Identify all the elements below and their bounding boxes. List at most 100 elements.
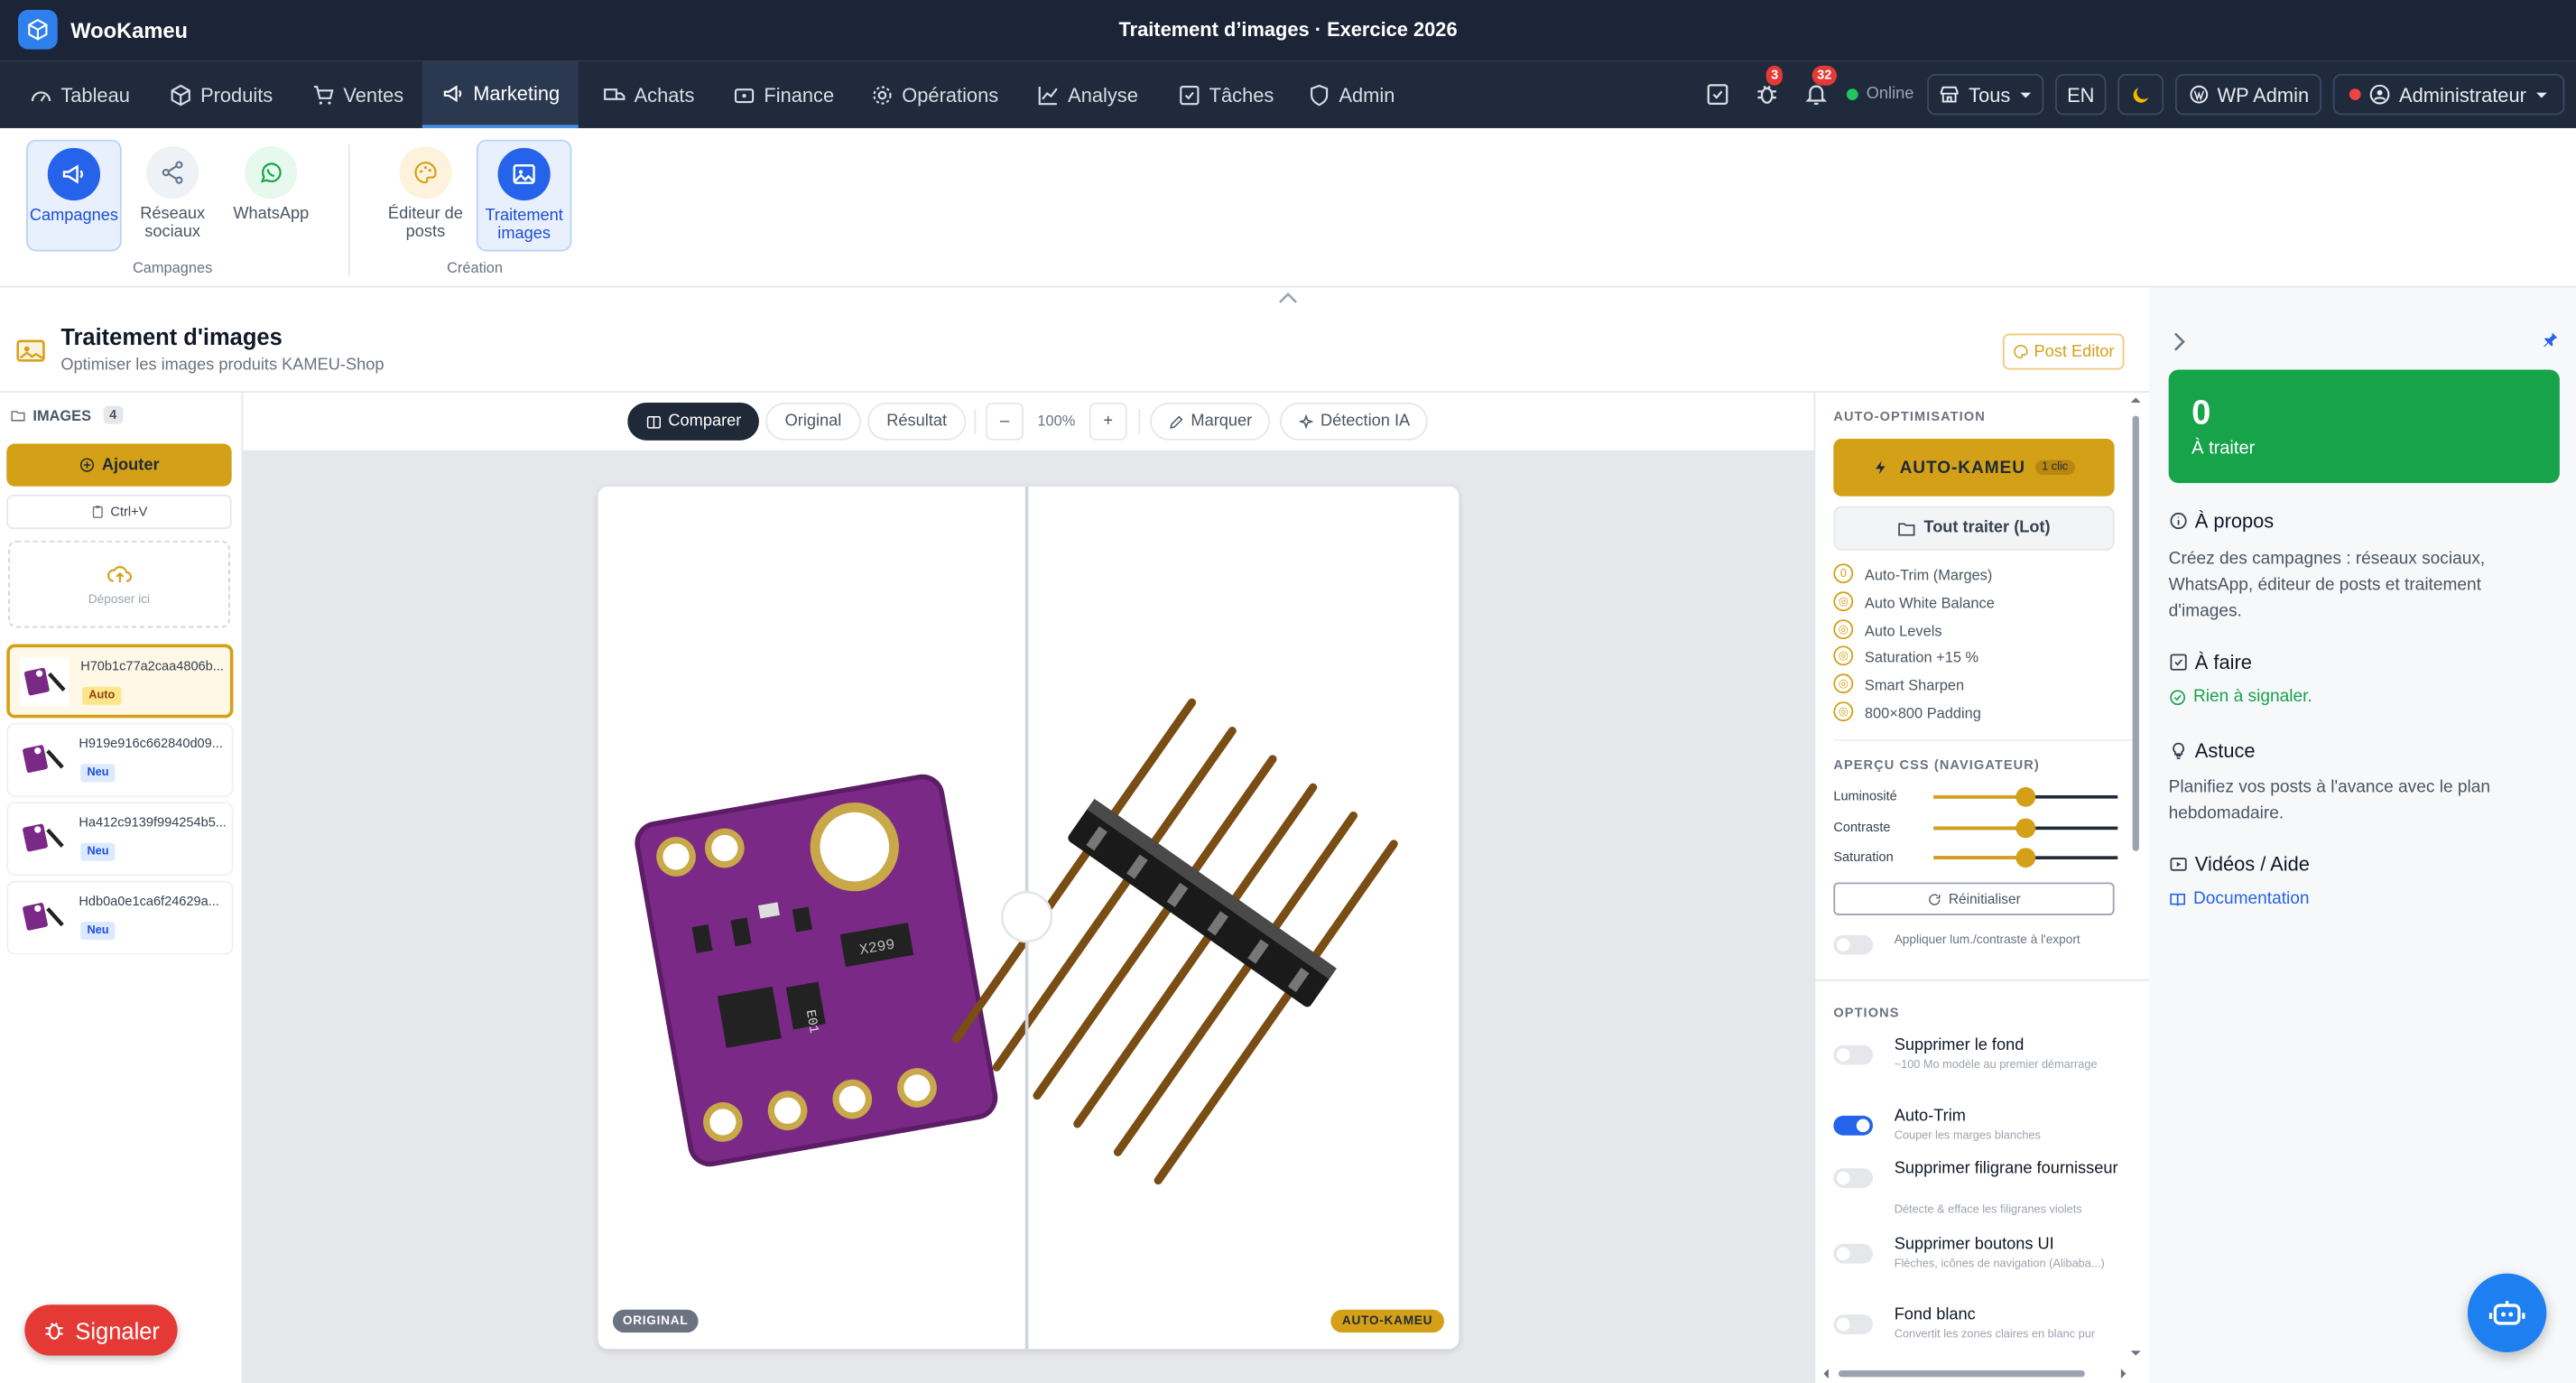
mark-button[interactable]: Marquer	[1150, 402, 1271, 441]
slider-handle[interactable]	[2015, 817, 2036, 838]
option-toggle[interactable]	[1833, 1243, 1874, 1264]
ribbon-editeur-posts[interactable]: Éditeur de posts	[378, 140, 474, 252]
ribbon-reseaux-sociaux[interactable]: Réseaux sociaux	[125, 140, 220, 252]
drop-zone[interactable]: Déposer ici	[8, 540, 230, 628]
nav-label: Opérations	[902, 82, 999, 107]
check-square-icon	[2170, 654, 2187, 671]
option-description: Flèches, icônes de navigation (Alibaba..…	[1894, 1258, 2105, 1271]
assistant-bot-button[interactable]	[2467, 1273, 2547, 1353]
shield-icon	[1311, 83, 1329, 106]
about-heading: À propos	[2169, 509, 2274, 533]
ribbon-label: Campagnes	[29, 207, 118, 226]
image-list-item[interactable]: Hdb0a0e1ca6f24629a... Neu	[6, 880, 234, 955]
image-status-tag: Neu	[80, 764, 116, 783]
whatsapp-icon	[245, 145, 298, 200]
language-button[interactable]: EN	[2055, 73, 2107, 116]
batch-process-button[interactable]: Tout traiter (Lot)	[1833, 506, 2115, 551]
wallet-icon	[734, 88, 755, 103]
image-list-item[interactable]: H70b1c77a2caa4806b... Auto	[6, 644, 234, 719]
todo-title: À faire	[2194, 650, 2252, 674]
panel-horizontal-scrollbar[interactable]	[1822, 1369, 2128, 1379]
image-status-tag: Neu	[80, 842, 116, 861]
nav-tableau[interactable]: Tableau	[30, 60, 130, 128]
compare-handle[interactable]	[1000, 891, 1053, 943]
reset-button[interactable]: Réinitialiser	[1833, 882, 2115, 915]
nav-analyse[interactable]: Analyse	[1037, 60, 1138, 128]
ribbon-traitement-images[interactable]: Traitement images	[476, 139, 572, 252]
step-status-icon: ◎	[1833, 646, 1854, 666]
option-description: Couper les marges blanches	[1894, 1130, 2041, 1143]
tasks-check-button[interactable]	[1705, 60, 1729, 128]
user-menu-button[interactable]: Administrateur	[2332, 73, 2565, 116]
compare-canvas[interactable]: X299 E01 ORIGINAL AUTO-KAMEU	[598, 486, 1459, 1350]
sparkles-icon	[1298, 413, 1314, 429]
divider	[1815, 979, 2149, 981]
caret-down-icon	[2019, 91, 2031, 97]
tip-heading: Astuce	[2169, 739, 2256, 763]
result-button[interactable]: Résultat	[867, 402, 967, 441]
megaphone-icon	[47, 147, 101, 201]
option-toggle[interactable]	[1833, 1168, 1874, 1189]
panel-scrollbar[interactable]	[2130, 396, 2141, 1360]
nav-taches[interactable]: Tâches	[1178, 60, 1274, 128]
folder-icon	[11, 410, 25, 421]
images-folder-icon	[16, 339, 48, 363]
plus-circle-icon	[79, 458, 95, 472]
zoom-in-button[interactable]: +	[1089, 402, 1127, 441]
reset-label: Réinitialiser	[1948, 890, 2021, 907]
report-label: Signaler	[75, 1316, 160, 1344]
original-button[interactable]: Original	[765, 402, 861, 441]
preview-area: X299 E01 ORIGINAL AUTO-KAMEU	[243, 450, 1814, 1383]
step-status-icon: ◎	[1833, 673, 1854, 694]
slider-handle[interactable]	[2015, 786, 2036, 807]
clipboard-icon	[93, 506, 104, 518]
images-header-label: IMAGES	[32, 406, 92, 423]
auto-kameu-button[interactable]: AUTO-KAMEU 1 clic	[1833, 438, 2115, 497]
image-list-item[interactable]: Ha412c9139f994254b5... Neu	[6, 802, 234, 877]
pending-card[interactable]: 0 À traiter	[2168, 369, 2560, 484]
nav-marketing[interactable]: Marketing	[422, 60, 579, 128]
nav-produits[interactable]: Produits	[169, 60, 273, 128]
compare-button[interactable]: Comparer	[627, 402, 759, 441]
option-description: Détecte & efface les filigranes violets	[1894, 1204, 2082, 1216]
page-subtitle: Optimiser les images produits KAMEU-Shop	[60, 356, 385, 376]
nav-operations[interactable]: Opérations	[871, 60, 998, 128]
nav-ventes[interactable]: Ventes	[312, 60, 403, 128]
store-filter-select[interactable]: Tous	[1927, 73, 2044, 116]
online-dot-icon	[1846, 88, 1858, 101]
documentation-link[interactable]: Documentation	[2169, 889, 2310, 909]
slider-handle[interactable]	[2015, 848, 2036, 868]
apply-export-toggle[interactable]	[1833, 934, 1874, 955]
ribbon-label: Éditeur de posts	[387, 205, 463, 242]
ai-detection-label: Détection IA	[1320, 412, 1411, 431]
share-icon	[145, 145, 199, 200]
ai-detection-button[interactable]: Détection IA	[1279, 402, 1428, 441]
post-editor-button[interactable]: Post Editor	[2002, 333, 2125, 370]
paste-button[interactable]: Ctrl+V	[6, 494, 232, 530]
option-toggle[interactable]	[1833, 1314, 1874, 1335]
zoom-out-button[interactable]: –	[986, 402, 1024, 441]
online-label: Online	[1866, 85, 1914, 104]
nav-admin[interactable]: Admin	[1308, 60, 1395, 128]
add-image-button[interactable]: Ajouter	[6, 443, 232, 487]
collapse-sidebar-icon[interactable]	[2172, 332, 2185, 352]
ribbon-campagnes[interactable]: Campagnes	[26, 139, 122, 252]
image-list-item[interactable]: H919e916c662840d09... Neu	[6, 722, 234, 797]
pin-icon[interactable]	[2542, 330, 2560, 348]
nav-label: Analyse	[1068, 82, 1138, 107]
nav-achats[interactable]: Achats	[603, 60, 694, 128]
one-click-badge: 1 clic	[2034, 459, 2075, 476]
bug-icon	[1757, 85, 1776, 104]
dark-mode-toggle[interactable]	[2117, 73, 2164, 116]
check-circle-icon	[2170, 689, 2186, 705]
wp-admin-button[interactable]: WP Admin	[2174, 73, 2321, 116]
ribbon-whatsapp[interactable]: WhatsApp	[224, 140, 320, 252]
ribbon-label: Traitement images	[485, 207, 563, 244]
nav-label: Tableau	[60, 82, 130, 107]
option-toggle[interactable]	[1833, 1115, 1874, 1136]
step-label: Auto White Balance	[1864, 594, 1995, 611]
nav-finance[interactable]: Finance	[733, 60, 834, 128]
page-header: Traitement d'images Optimiser les images…	[0, 288, 2149, 394]
option-toggle[interactable]	[1833, 1044, 1874, 1065]
report-button[interactable]: Signaler	[24, 1304, 178, 1356]
